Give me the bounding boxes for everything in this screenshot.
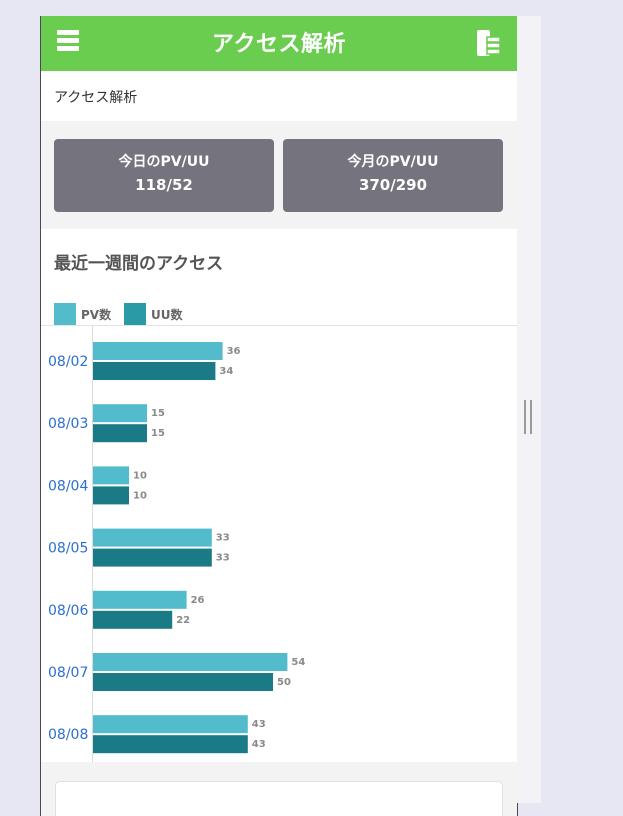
bar-data-label: 54: [291, 657, 305, 668]
bar-data-label: 22: [176, 615, 190, 626]
chart-title: 最近一週間のアクセス: [54, 254, 224, 274]
resize-handle[interactable]: [524, 400, 532, 434]
bar-data-label: 26: [191, 595, 205, 606]
uu-bar: [93, 735, 248, 754]
today-stat-card: 今日のPV/UU 118/52: [54, 139, 274, 212]
next-section-card: [55, 781, 503, 816]
bar-data-label: 33: [216, 533, 230, 544]
month-stat-card: 今月のPV/UU 370/290: [283, 139, 503, 212]
pv-bar: [93, 653, 288, 671]
y-tick-label: 08/07: [48, 665, 88, 681]
bar-data-label: 15: [151, 408, 165, 419]
uu-bar: [93, 610, 173, 629]
pv-bar: [93, 590, 187, 609]
bar-data-label: 36: [227, 346, 241, 357]
y-tick-label: 08/05: [48, 541, 88, 557]
today-stat-label: 今日のPV/UU: [118, 154, 210, 170]
app-header: アクセス解析: [41, 16, 517, 71]
uu-bar: [93, 362, 216, 380]
bar-data-label: 10: [133, 490, 147, 501]
uu-bar: [93, 424, 147, 443]
pv-bar: [93, 404, 147, 423]
page-title: アクセス解析: [212, 32, 346, 57]
bar-data-label: 10: [133, 470, 147, 481]
bar-data-label: 50: [277, 677, 291, 688]
legend-pv-swatch: [54, 303, 76, 325]
y-tick-label: 08/08: [48, 727, 88, 743]
uu-bar: [93, 548, 212, 567]
uu-bar: [93, 486, 129, 505]
weekly-access-chart-card: 最近一週間のアクセス PV数 UU数 08/02 36 34 08/03 15 15 08/…: [41, 229, 517, 762]
legend-pv-label: PV数: [81, 308, 112, 322]
y-tick-label: 08/04: [48, 478, 88, 494]
pv-bar: [93, 342, 223, 360]
uu-bar: [93, 673, 273, 691]
pv-bar: [93, 715, 248, 734]
month-stat-label: 今月のPV/UU: [347, 154, 439, 170]
book-stack-icon[interactable]: [475, 29, 501, 57]
pv-bar: [93, 528, 212, 547]
legend-uu-label: UU数: [151, 308, 183, 322]
bar-data-label: 34: [219, 366, 233, 377]
bar-data-label: 15: [151, 428, 165, 439]
bar-data-label: 33: [216, 553, 230, 564]
breadcrumb: アクセス解析: [41, 71, 517, 121]
bar-data-label: 43: [252, 739, 266, 750]
pv-bar: [93, 466, 129, 485]
bar-data-label: 43: [252, 719, 266, 730]
y-tick-label: 08/03: [48, 416, 88, 432]
breadcrumb-text: アクセス解析: [54, 90, 138, 106]
today-stat-value: 118/52: [135, 176, 193, 194]
y-tick-label: 08/06: [48, 603, 88, 619]
phone-frame: アクセス解析 アクセス解析 今日のPV/UU 118/52 今月のPV/UU 3…: [40, 16, 518, 816]
bar-chart: 08/02 36 34 08/03 15 15 08/04 10 10 08/05 33 33 08/0…: [41, 325, 517, 762]
legend-uu-swatch: [124, 303, 146, 325]
y-tick-label: 08/02: [48, 354, 88, 370]
month-stat-value: 370/290: [358, 176, 428, 194]
